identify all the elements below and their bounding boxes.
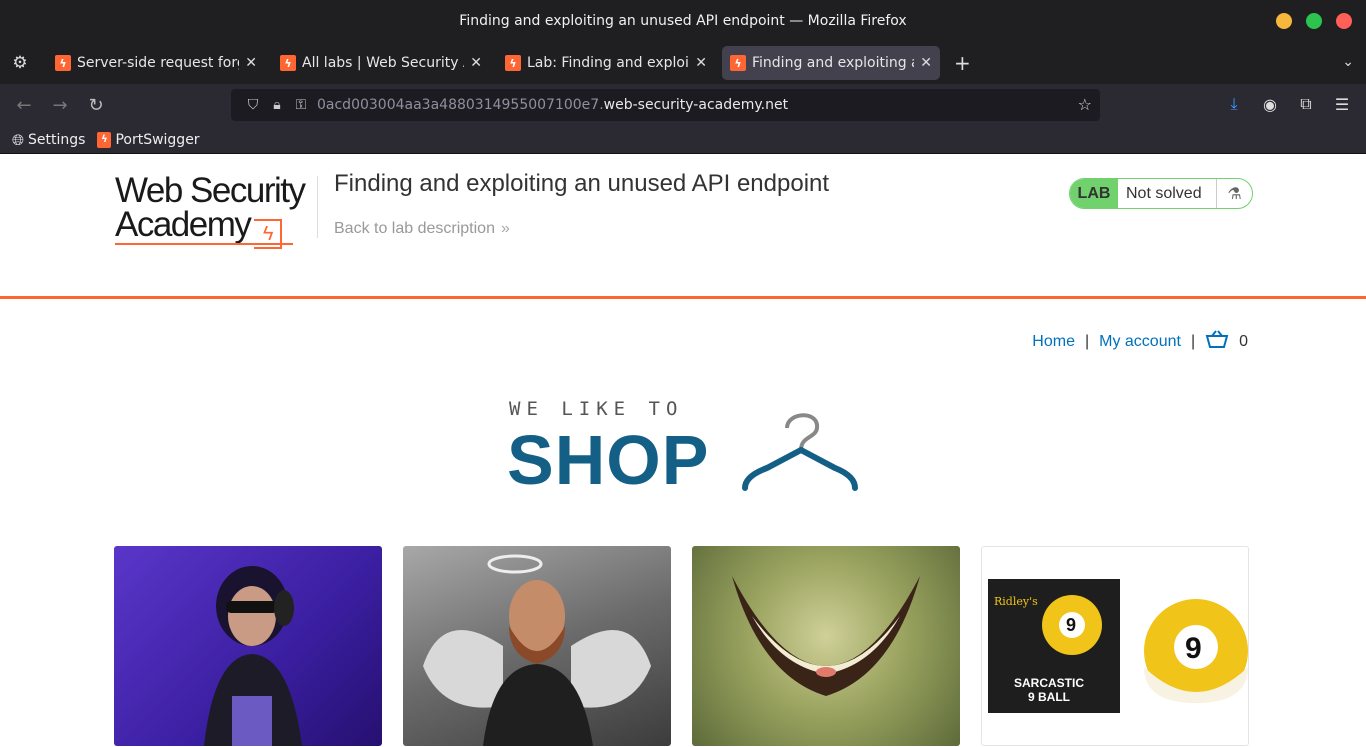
account-icon[interactable]: ◉ <box>1256 88 1284 120</box>
bookmark-label: Settings <box>28 131 86 148</box>
back-arrow-icon[interactable]: ← <box>6 87 42 123</box>
product-card-cheshire-grin[interactable] <box>692 546 960 746</box>
logo-line-2: Academy <box>115 205 252 244</box>
hanger-icon <box>742 413 858 491</box>
permissions-icon[interactable]: ⚿ <box>289 97 313 113</box>
page-content: Web Security Academy ϟ Finding and exploi… <box>0 154 1366 746</box>
window-controls <box>1276 13 1352 29</box>
product-image: Ridley's 9 SARCASTIC 9 BALL 9 <box>988 579 1248 713</box>
product-name-line-1: SARCASTIC <box>1014 676 1084 690</box>
header-divider <box>317 176 318 238</box>
nav-separator: | <box>1190 333 1196 350</box>
double-chevron-right-icon: » <box>500 220 510 237</box>
portswigger-icon: ϟ <box>505 55 521 71</box>
product-card-headphones[interactable] <box>114 546 382 746</box>
ball-number-large: 9 <box>1185 632 1202 665</box>
lab-badge: LAB <box>1070 179 1118 208</box>
shop-brand: SHOP <box>507 421 710 499</box>
extensions-icon[interactable]: ⧉ <box>1292 88 1320 120</box>
lab-status-widget: LAB Not solved ⚗ <box>1069 178 1253 209</box>
bookmark-label: PortSwigger <box>115 131 200 148</box>
product-image <box>204 566 302 746</box>
lock-icon[interactable]: 🔒︎ <box>265 97 289 113</box>
chevron-down-icon[interactable]: ⌄ <box>1342 54 1354 70</box>
my-account-link[interactable]: My account <box>1099 333 1181 351</box>
tab-lab-description[interactable]: ϟ Lab: Finding and exploitir ✕ <box>497 46 715 80</box>
download-icon[interactable]: ⤓ <box>1220 88 1248 120</box>
url-domain: web-security-academy.net <box>603 97 789 113</box>
close-window-button[interactable] <box>1336 13 1352 29</box>
shield-icon[interactable]: ⛉ <box>241 97 265 113</box>
product-brand-text: Ridley's <box>994 595 1038 608</box>
product-card-angel-man[interactable] <box>403 546 671 746</box>
academy-header: Web Security Academy ϟ Finding and exploi… <box>0 154 1366 299</box>
close-icon[interactable]: ✕ <box>695 55 707 71</box>
reload-icon[interactable]: ↻ <box>78 87 114 123</box>
tab-bar: ⚙ ϟ Server-side request forge ✕ ϟ All la… <box>0 42 1366 84</box>
portswigger-icon: ϟ <box>97 131 112 148</box>
new-tab-plus-icon[interactable]: + <box>954 51 971 75</box>
tab-ssrf[interactable]: ϟ Server-side request forge ✕ <box>47 46 265 80</box>
url-bar[interactable]: ⛉ 🔒︎ ⚿ 0acd003004aa3a4880314955007100e7.… <box>231 89 1100 121</box>
shop-navigation: Home | My account | 0 <box>1032 329 1248 355</box>
lab-status-text: Not solved <box>1126 184 1202 202</box>
gear-icon[interactable]: ⚙ <box>0 42 40 84</box>
url-subdomain: 0acd003004aa3a4880314955007100e7. <box>317 97 604 113</box>
product-grid: Ridley's 9 SARCASTIC 9 BALL 9 <box>114 546 1249 746</box>
bookmarks-bar: 🌐︎ Settings ϟ PortSwigger <box>0 126 1366 154</box>
toolbar-buttons: ⤓ ◉ ⧉ ☰ <box>1220 88 1356 120</box>
logo-line-1: Web Security <box>115 171 306 210</box>
ball-number-small: 9 <box>1066 615 1076 635</box>
maximize-button[interactable] <box>1306 13 1322 29</box>
bookmark-settings[interactable]: 🌐︎ Settings <box>12 131 85 149</box>
product-image <box>423 554 651 746</box>
forward-arrow-icon[interactable]: → <box>42 87 78 123</box>
logo-underline <box>115 243 293 245</box>
product-card-sarcastic-9-ball[interactable]: Ridley's 9 SARCASTIC 9 BALL 9 <box>981 546 1249 746</box>
window-titlebar: Finding and exploiting an unused API end… <box>0 0 1366 42</box>
globe-icon: 🌐︎ <box>12 130 25 149</box>
window-title: Finding and exploiting an unused API end… <box>459 13 907 29</box>
tab-title: Server-side request forge <box>77 55 240 71</box>
shop-logo: WE LIKE TO SHOP <box>507 394 867 499</box>
close-icon[interactable]: ✕ <box>245 55 257 71</box>
back-to-lab-description-link[interactable]: Back to lab description » <box>334 220 510 238</box>
nav-separator: | <box>1084 333 1090 350</box>
close-icon[interactable]: ✕ <box>920 55 932 71</box>
tab-all-labs[interactable]: ϟ All labs | Web Security Ac ✕ <box>272 46 490 80</box>
web-security-academy-logo[interactable]: Web Security Academy ϟ <box>115 171 306 249</box>
navigation-bar: ← → ↻ ⛉ 🔒︎ ⚿ 0acd003004aa3a4880314955007… <box>0 84 1366 126</box>
bookmark-portswigger[interactable]: ϟ PortSwigger <box>97 131 200 148</box>
product-image <box>732 576 920 696</box>
tab-title: Finding and exploiting an <box>752 55 915 71</box>
tab-current-lab[interactable]: ϟ Finding and exploiting an ✕ <box>722 46 940 80</box>
close-icon[interactable]: ✕ <box>470 55 482 71</box>
back-link-label: Back to lab description <box>334 220 495 237</box>
portswigger-icon: ϟ <box>55 55 71 71</box>
product-name-line-2: 9 BALL <box>1028 690 1070 704</box>
home-link[interactable]: Home <box>1032 333 1075 351</box>
lab-title: Finding and exploiting an unused API end… <box>334 170 830 197</box>
portswigger-icon: ϟ <box>280 55 296 71</box>
cart-basket-icon[interactable] <box>1205 329 1229 355</box>
cart-count: 0 <box>1239 333 1248 350</box>
tab-title: All labs | Web Security Ac <box>302 55 465 71</box>
tab-title: Lab: Finding and exploitir <box>527 55 690 71</box>
minimize-button[interactable] <box>1276 13 1292 29</box>
menu-icon[interactable]: ☰ <box>1328 88 1356 120</box>
bookmark-star-icon[interactable]: ☆ <box>1078 95 1092 114</box>
flask-icon: ⚗ <box>1216 179 1252 208</box>
shop-tagline: WE LIKE TO <box>509 398 684 420</box>
portswigger-icon: ϟ <box>730 55 746 71</box>
url-text[interactable]: 0acd003004aa3a4880314955007100e7.web-sec… <box>317 97 788 113</box>
